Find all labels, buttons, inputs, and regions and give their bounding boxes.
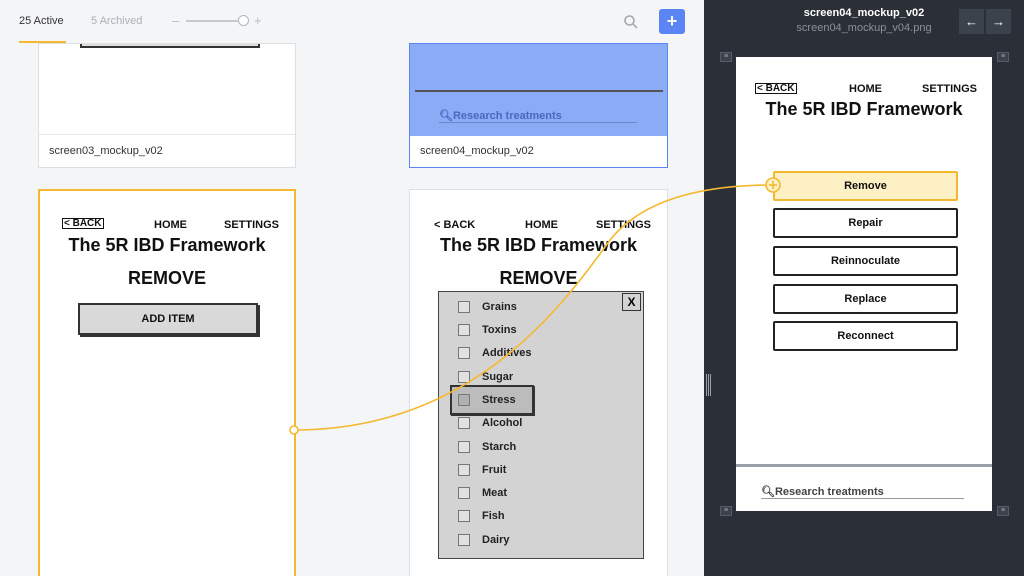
phone-search[interactable]: 🔍︎Research treatments (761, 485, 884, 498)
screen-card-screen04[interactable]: 🔍︎Research treatments screen04_mockup_v0… (409, 43, 668, 168)
mockup-heading: REMOVE (127, 268, 206, 288)
screen-card-remove[interactable]: < BACK HOME SETTINGS The 5R IBD Framewor… (38, 189, 296, 576)
mockup-checklist-popup: X Grains Toxins Additives Sugar Stress A… (438, 291, 644, 559)
mockup-back-link: < BACK (434, 219, 476, 231)
checkbox-icon (458, 394, 470, 407)
checkbox-icon (458, 464, 470, 477)
mockup-home-link[interactable]: HOME (849, 83, 882, 95)
next-screen-button[interactable]: → (986, 9, 1011, 34)
mockup-home-link: HOME (525, 219, 558, 231)
hotspot-menu-icon[interactable]: ≡ (997, 506, 1009, 516)
phone-search-underline (761, 498, 964, 499)
zoom-slider-handle[interactable] (238, 15, 249, 26)
checkbox-icon (458, 347, 470, 360)
checkbox-icon (458, 441, 470, 454)
checklist-item: Dairy (458, 534, 510, 550)
top-bar: 25 Active 5 Archived – + + (0, 0, 704, 44)
mockup-heading: REMOVE (499, 268, 578, 288)
preview-panel: screen04_mockup_v02 screen04_mockup_v04.… (704, 0, 1024, 576)
add-screen-button[interactable]: + (659, 9, 685, 34)
checkbox-icon (458, 417, 470, 430)
mockup-title: The 5R IBD Framework (439, 235, 638, 255)
mockup-settings-link[interactable]: SETTINGS (922, 83, 977, 95)
mockup-search: 🔍︎Research treatments (439, 110, 562, 122)
checklist-item: Toxins (458, 324, 517, 340)
search-icon: 🔍︎ (761, 486, 775, 498)
card-label: screen04_mockup_v02 (420, 145, 534, 157)
remove-button[interactable]: Remove (773, 171, 958, 201)
card-divider (39, 134, 295, 135)
prev-screen-button[interactable]: ← (959, 9, 984, 34)
checklist-item: Grains (458, 301, 517, 317)
mockup-add-item-button: ADD ITEM (78, 303, 258, 335)
checklist-item: Additives (458, 347, 532, 363)
checkbox-icon (458, 534, 470, 547)
panel-resize-handle[interactable] (706, 374, 712, 396)
mockup-home-link: HOME (154, 219, 187, 231)
mockup-title: The 5R IBD Framework (68, 235, 266, 255)
card-label: screen03_mockup_v02 (49, 145, 163, 157)
checkbox-icon (458, 510, 470, 523)
tab-active[interactable]: 25 Active (19, 15, 66, 43)
mockup-close-icon: X (622, 293, 641, 311)
phone-preview: < BACK HOME SETTINGS The 5R IBD Framewor… (736, 57, 992, 511)
screen-card-screen03[interactable]: screen03_mockup_v02 (38, 43, 296, 168)
hotspot-menu-icon[interactable]: ≡ (720, 506, 732, 516)
checkbox-icon (458, 301, 470, 314)
mockup-back-link: < BACK (62, 218, 104, 229)
screen-card-remove-checklist[interactable]: < BACK HOME SETTINGS The 5R IBD Framewor… (409, 189, 668, 576)
zoom-out-button[interactable]: – (172, 13, 179, 28)
mockup-title: The 5R IBD Framework (765, 99, 963, 119)
mockup-settings-link: SETTINGS (224, 219, 280, 231)
checklist-item: Sugar (458, 371, 513, 387)
search-icon[interactable] (623, 14, 639, 30)
checkbox-icon (458, 487, 470, 500)
hotspot-menu-icon[interactable]: ≡ (997, 52, 1009, 62)
checklist-item: Fish (458, 510, 505, 526)
zoom-in-button[interactable]: + (254, 13, 262, 28)
reconnect-button[interactable]: Reconnect (773, 321, 958, 351)
checkbox-icon (458, 371, 470, 384)
search-icon: 🔍︎ (439, 110, 453, 122)
checkbox-icon (458, 324, 470, 337)
phone-divider (736, 464, 992, 467)
hotspot-menu-icon[interactable]: ≡ (720, 52, 732, 62)
replace-button[interactable]: Replace (773, 284, 958, 314)
checklist-item: Fruit (458, 464, 506, 480)
checklist-item: Stress (458, 394, 516, 410)
tab-archived[interactable]: 5 Archived (91, 15, 142, 27)
mockup-settings-link: SETTINGS (596, 219, 652, 231)
reinnoculate-button[interactable]: Reinnoculate (773, 246, 958, 276)
checklist-item: Meat (458, 487, 507, 503)
mockup-divider (415, 90, 663, 92)
mockup-button-partial (80, 44, 260, 48)
checklist-item: Alcohol (458, 417, 522, 433)
repair-button[interactable]: Repair (773, 208, 958, 238)
mockup-back-link[interactable]: < BACK (755, 83, 797, 94)
checklist-item: Starch (458, 441, 516, 457)
mockup-search-underline (439, 122, 637, 123)
